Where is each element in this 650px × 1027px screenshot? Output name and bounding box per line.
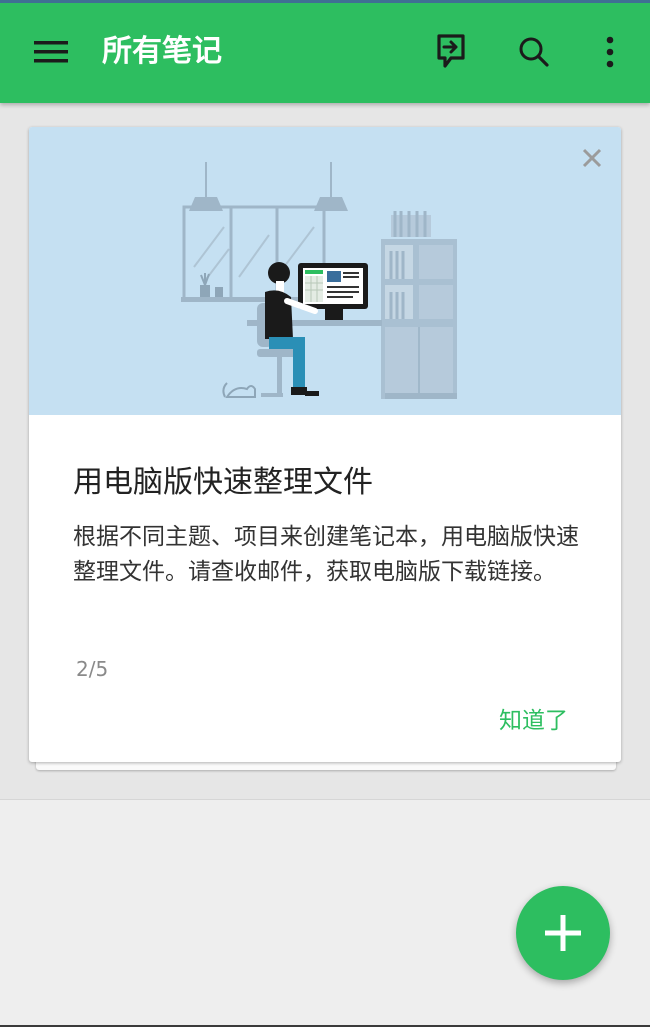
new-note-button[interactable] <box>516 886 610 980</box>
tip-body: 根据不同主题、项目来创建笔记本，用电脑版快速整理文件。请查收邮件，获取电脑版下载… <box>73 524 579 585</box>
page-title: 所有笔记 <box>102 34 222 69</box>
share-to-desktop-icon <box>437 34 465 68</box>
tip-illustration <box>29 127 621 415</box>
tip-card: 用电脑版快速整理文件 根据不同主题、项目来创建笔记本，用电脑版快速整理文件。请查… <box>29 127 621 762</box>
search-icon <box>519 37 549 67</box>
share-button[interactable] <box>427 28 475 76</box>
close-tip-button[interactable] <box>577 143 607 173</box>
app-bar: 所有笔记 <box>0 0 650 103</box>
got-it-button[interactable]: 知道了 <box>499 701 568 735</box>
plus-icon <box>545 915 581 951</box>
status-strip <box>0 0 650 3</box>
close-icon <box>582 148 602 168</box>
tip-title: 用电脑版快速整理文件 <box>73 465 373 500</box>
menu-button[interactable] <box>26 30 76 74</box>
search-button[interactable] <box>510 28 558 76</box>
hamburger-menu-icon <box>34 41 68 63</box>
person-at-desktop-computer-illustration <box>181 162 457 399</box>
more-options-button[interactable] <box>586 28 634 76</box>
tip-pager: 2/5 <box>76 657 109 681</box>
more-vert-icon <box>606 36 614 68</box>
